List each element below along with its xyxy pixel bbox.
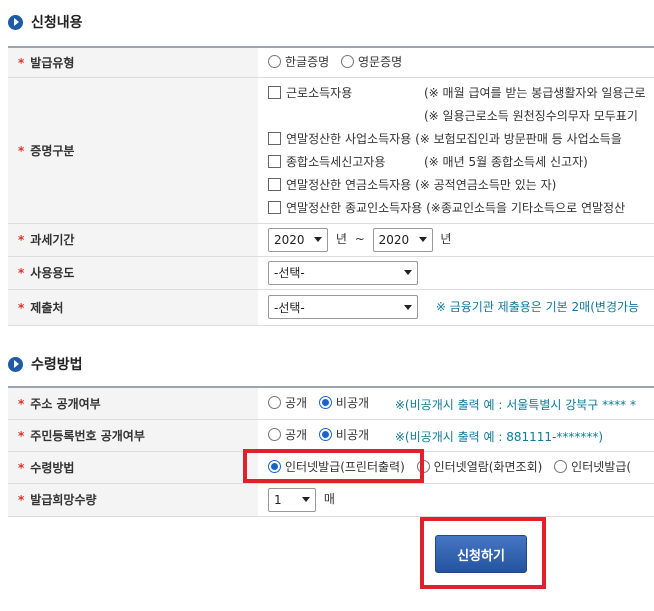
cert-option-comprehensive-income[interactable]: 종합소득세신고자용 (※ 매년 5월 종합소득세 신고자) (268, 150, 654, 173)
section-arrow-icon (8, 356, 23, 372)
radio-english-cert[interactable]: 영문증명 (341, 53, 402, 70)
application-form-table: * 발급유형 한글증명 영문증명 * 증명구분 근로소득자용 (※ 매월 급여를 받… (8, 46, 654, 326)
usage-select[interactable]: -선택- (268, 260, 418, 285)
chevron-down-icon (314, 237, 322, 242)
section-title-application: 신청내용 (8, 12, 83, 32)
row-quantity: * 발급희망수량 1 매 (8, 483, 654, 517)
radio-internet-other[interactable]: 인터넷발급( (554, 458, 631, 475)
label-receive-method: * 수령방법 (8, 451, 258, 484)
address-disclosure-note: ※(비공개시 출력 예 : 서울특별시 강북구 **** * (394, 397, 636, 412)
radio-checked-icon (318, 427, 332, 441)
radio-circle-icon (268, 395, 281, 409)
tax-period-from-select[interactable]: 2020 (268, 227, 328, 252)
cert-option-earned-income[interactable]: 근로소득자용 (※ 매월 급여를 받는 봉급생활자와 일용근로 (268, 81, 654, 104)
radio-rrn-public[interactable]: 공개 (268, 426, 307, 443)
chevron-down-icon (418, 237, 427, 242)
radio-circle-icon (268, 427, 281, 441)
label-quantity: * 발급희망수량 (8, 483, 258, 517)
tax-period-to-select[interactable]: 2020 (372, 227, 433, 252)
radio-circle-icon (341, 55, 354, 69)
row-rrn-disclosure: * 주민등록번호 공개여부 공개 비공개 ※(비공개시 출력 예 : 881111… (8, 419, 654, 452)
row-issue-type: * 발급유형 한글증명 영문증명 (8, 47, 654, 78)
row-submit-to: * 제출처 -선택- ※ 금융기관 제출용은 기본 2매(변경가능 (8, 289, 654, 326)
checkbox-icon (268, 132, 281, 145)
label-rrn-disclosure: * 주민등록번호 공개여부 (8, 419, 258, 452)
highlight-box-receive-option (243, 449, 424, 483)
radio-korean-cert[interactable]: 한글증명 (268, 53, 329, 70)
section-title-receive: 수령방법 (8, 354, 83, 374)
checkbox-icon (268, 86, 281, 99)
section-arrow-icon (8, 14, 23, 30)
row-usage: * 사용용도 -선택- (8, 256, 654, 290)
label-cert-category: * 증명구분 (8, 77, 258, 224)
chevron-down-icon (404, 304, 412, 310)
rrn-disclosure-note: ※(비공개시 출력 예 : 881111-*******) (394, 429, 604, 444)
quantity-select[interactable]: 1 (268, 487, 316, 512)
section-title-text: 신청내용 (31, 15, 83, 31)
checkbox-icon (268, 155, 281, 168)
submit-to-note: ※ 금융기관 제출용은 기본 2매(변경가능 (435, 299, 640, 314)
radio-rrn-private[interactable]: 비공개 (318, 426, 369, 443)
apply-submit-button[interactable]: 신청하기 (435, 535, 527, 573)
label-issue-type: * 발급유형 (8, 47, 258, 78)
submit-to-select[interactable]: -선택- (268, 295, 418, 319)
row-tax-period: * 과세기간 2020 년 ~ 2020 년 (8, 223, 654, 257)
radio-circle-icon (554, 460, 568, 473)
radio-address-public[interactable]: 공개 (268, 394, 307, 411)
chevron-down-icon (404, 270, 412, 275)
radio-circle-icon (268, 55, 281, 69)
cert-option-business-income[interactable]: 연말정산한 사업소득자용 (※ 보험모집인과 방문판매 등 사업소득을 (268, 127, 654, 150)
row-cert-category: * 증명구분 근로소득자용 (※ 매월 급여를 받는 봉급생활자와 일용근로 (※… (8, 77, 654, 224)
radio-address-private[interactable]: 비공개 (318, 394, 369, 411)
label-submit-to: * 제출처 (8, 289, 258, 326)
label-address-disclosure: * 주소 공개여부 (8, 387, 258, 420)
cert-option-note-line: (※ 일용근로소득 원천징수의무자 모두표기 (424, 109, 638, 123)
chevron-down-icon (302, 497, 310, 502)
cert-option-pension-income[interactable]: 연말정산한 연금소득자용 (※ 공적연금소득만 있는 자) (268, 173, 654, 196)
label-tax-period: * 과세기간 (8, 223, 258, 257)
label-usage: * 사용용도 (8, 256, 258, 290)
checkbox-icon (268, 178, 281, 191)
radio-internet-view[interactable]: 인터넷열람(화면조회) (416, 458, 542, 475)
section-title-text: 수령방법 (31, 357, 83, 373)
radio-checked-icon (318, 395, 332, 409)
cert-option-religious-income[interactable]: 연말정산한 종교인소득자용 (※종교인소득을 기타소득으로 연말정산 (268, 196, 654, 219)
checkbox-icon (268, 201, 281, 214)
row-address-disclosure: * 주소 공개여부 공개 비공개 ※(비공개시 출력 예 : 서울특별시 강북구 … (8, 387, 654, 420)
